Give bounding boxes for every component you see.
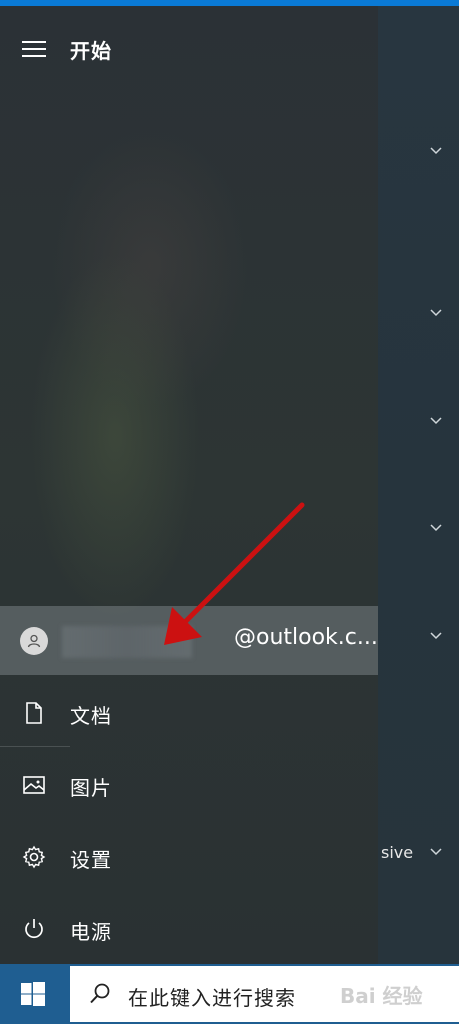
menu-item-settings[interactable]: 设置 xyxy=(0,827,378,887)
gear-icon xyxy=(22,845,46,869)
menu-item-label: 文档 xyxy=(70,704,112,728)
chevron-down-icon[interactable] xyxy=(430,309,442,319)
chevron-down-icon[interactable] xyxy=(430,524,442,534)
user-icon xyxy=(27,634,41,648)
chevron-down-icon[interactable] xyxy=(430,848,442,858)
start-button[interactable] xyxy=(0,964,70,1024)
menu-item-pictures[interactable]: 图片 xyxy=(0,755,378,815)
tile-group-partial-label: sive xyxy=(381,843,414,862)
tiles-panel xyxy=(378,6,459,964)
divider xyxy=(0,746,70,747)
chevron-down-icon[interactable] xyxy=(430,147,442,157)
menu-item-power[interactable]: 电源 xyxy=(0,899,378,959)
taskbar: 在此键入进行搜索 Bai 经验 xyxy=(0,964,459,1024)
menu-item-documents[interactable]: 文档 xyxy=(0,683,378,743)
start-title: 开始 xyxy=(70,39,112,63)
search-placeholder: 在此键入进行搜索 xyxy=(128,986,296,1010)
chevron-down-icon[interactable] xyxy=(430,632,442,642)
chevron-down-icon[interactable] xyxy=(430,417,442,427)
menu-item-label: 设置 xyxy=(70,848,112,872)
power-icon xyxy=(22,917,46,941)
avatar xyxy=(20,627,48,655)
start-menu-pane xyxy=(0,6,378,964)
taskbar-search-box[interactable]: 在此键入进行搜索 Bai 经验 xyxy=(70,966,459,1022)
pictures-icon xyxy=(22,773,46,797)
menu-item-label: 电源 xyxy=(70,920,112,944)
windows-logo-icon xyxy=(21,982,45,1006)
hamburger-menu-icon[interactable] xyxy=(22,41,46,59)
search-icon xyxy=(90,983,110,1004)
watermark-logo: Bai 经验 xyxy=(340,984,423,1008)
annotation-arrow-icon xyxy=(164,502,305,645)
document-icon xyxy=(22,701,46,725)
menu-item-label: 图片 xyxy=(70,776,112,800)
